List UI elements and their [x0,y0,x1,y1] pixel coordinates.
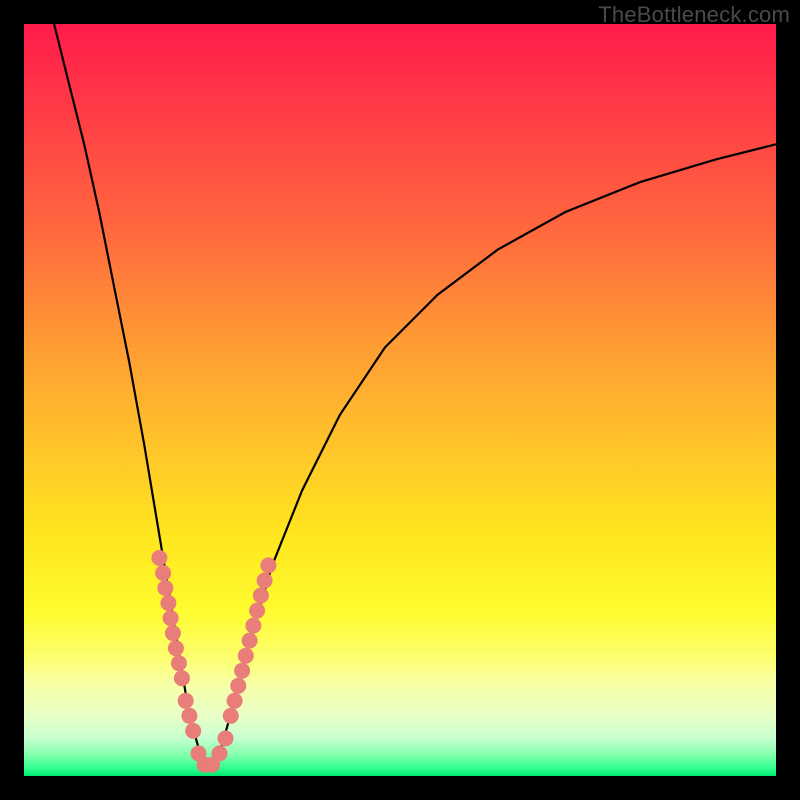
data-dot [212,745,228,761]
data-dot [165,625,181,641]
data-dot [249,603,265,619]
plot-area [24,24,776,776]
data-dot [185,723,201,739]
data-dot [178,693,194,709]
data-dot [245,618,261,634]
data-dot [151,550,167,566]
data-dots-group [151,550,276,773]
data-dot [174,670,190,686]
data-dot [160,595,176,611]
data-dot [168,640,184,656]
data-dot [163,610,179,626]
data-dot [171,655,187,671]
data-dot [230,678,246,694]
data-dot [253,588,269,604]
data-dot [218,730,234,746]
data-dot [157,580,173,596]
data-dot [257,573,273,589]
chart-svg [24,24,776,776]
data-dot [238,648,254,664]
data-dot [260,557,276,573]
data-dot [242,633,258,649]
watermark-text: TheBottleneck.com [598,2,790,28]
bottleneck-curve [54,24,776,769]
data-dot [181,708,197,724]
data-dot [234,663,250,679]
data-dot [227,693,243,709]
data-dot [223,708,239,724]
chart-frame: TheBottleneck.com [0,0,800,800]
data-dot [155,565,171,581]
